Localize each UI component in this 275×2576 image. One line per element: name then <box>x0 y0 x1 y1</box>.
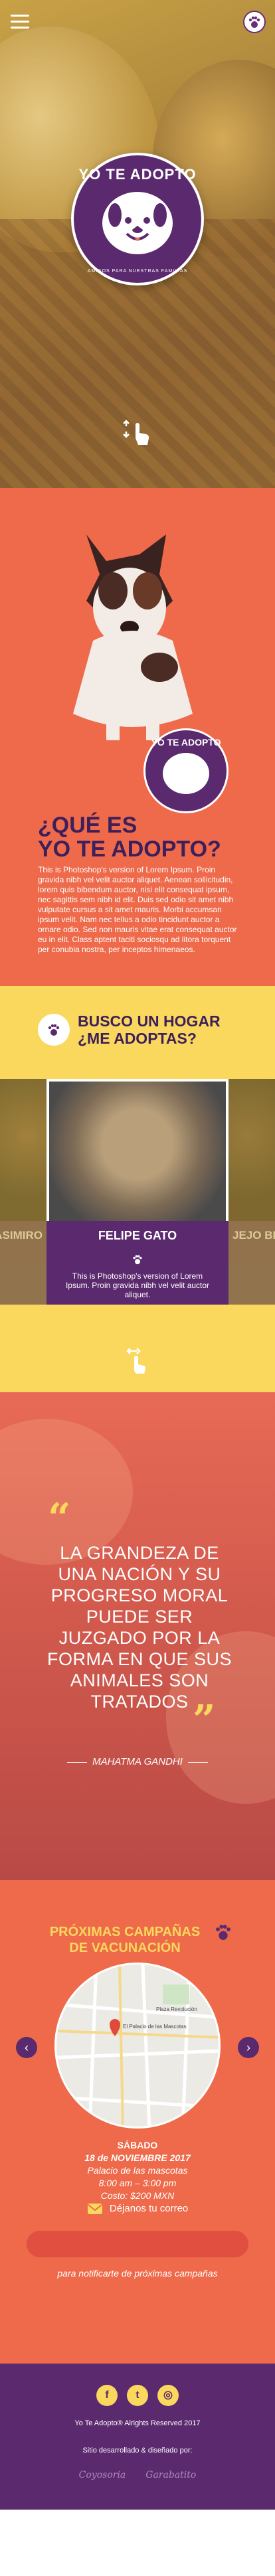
campana-cost: Costo: $200 MXN <box>100 2190 175 2201</box>
pet-name-left: CASIMIRO <box>0 1229 43 1242</box>
campanas-title: PRÓXIMAS CAMPAÑAS DE VACUNACIÓN <box>49 1925 201 1955</box>
hero-section: YO TE ADOPTO AMIGOS PARA NUESTRAS FAMILI… <box>0 0 275 488</box>
pet-carousel[interactable]: CASIMIRO FELIPE GATO This is Photoshop's… <box>0 1079 275 1305</box>
campana-info: SÁBADO 18 de NOVIEMBRE 2017 Palacio de l… <box>0 2139 275 2202</box>
copyright-text: Yo Te Adopto® Alrights Reserved 2017 <box>74 2419 201 2427</box>
footer: f t ◎ Yo Te Adopto® Alrights Reserved 20… <box>0 2364 275 2510</box>
social-links: f t ◎ <box>0 2385 275 2406</box>
quote-author: MAHATMA GANDHI <box>0 1756 275 1767</box>
cat-photo <box>46 1079 229 1221</box>
hamburger-menu-icon[interactable] <box>11 15 29 29</box>
logo-subtitle: AMIGOS PARA NUESTRAS FAMILIAS <box>87 269 188 274</box>
pet-card-left[interactable]: CASIMIRO <box>0 1079 46 1305</box>
campanas-section: PRÓXIMAS CAMPAÑAS DE VACUNACIÓN ‹ El Pal… <box>0 1880 275 2364</box>
campana-day: SÁBADO <box>117 2140 158 2150</box>
mail-icon <box>87 2204 102 2215</box>
paw-icon <box>216 1925 230 1940</box>
brand-logo-small: YO TE ADOPTO <box>143 728 229 813</box>
partner-logo-2[interactable]: Garabatito <box>145 2470 196 2480</box>
facebook-icon[interactable]: f <box>96 2385 118 2406</box>
pet-card-right[interactable]: JEJO BEN <box>229 1079 275 1305</box>
busco-header: BUSCO UN HOGAR ¿ME ADOPTAS? <box>38 1012 221 1047</box>
partner-logos: Coyosoria Garabatito <box>0 2470 275 2480</box>
pet-name: FELIPE GATO <box>98 1229 177 1242</box>
map-label-place: El Palacio de las Mascotas <box>123 2024 187 2030</box>
paw-icon <box>38 1014 70 1046</box>
mail-label-row: Déjanos tu correo <box>0 2203 275 2215</box>
next-arrow-button[interactable]: › <box>238 2037 259 2058</box>
location-map[interactable]: El Palacio de las Mascotas Plaza Revoluc… <box>54 1963 221 2129</box>
pet-description: This is Photoshop's version of Lorem Ips… <box>65 1271 210 1299</box>
pet-name-right: JEJO BEN <box>232 1229 275 1242</box>
que-es-body: This is Photoshop's version of Lorem Ips… <box>38 865 237 954</box>
campana-date: 18 de NOVIEMBRE 2017 <box>84 2152 191 2163</box>
email-input[interactable] <box>27 2231 248 2257</box>
twitter-icon[interactable]: t <box>127 2385 148 2406</box>
quote-section: “ LA GRANDEZA DE UNA NACIÓN Y SU PROGRES… <box>0 1392 275 1880</box>
scroll-hand-icon[interactable] <box>120 412 155 447</box>
instagram-icon[interactable]: ◎ <box>157 2385 179 2406</box>
dog-photo <box>73 534 193 740</box>
campana-note: para notificarte de próximas campañas <box>57 2268 218 2279</box>
busco-title: BUSCO UN HOGAR ¿ME ADOPTAS? <box>78 1012 221 1047</box>
paw-icon[interactable] <box>243 11 266 33</box>
quote-text: LA GRANDEZA DE UNA NACIÓN Y SU PROGRESO … <box>46 1543 232 1712</box>
swipe-hand-icon[interactable] <box>122 1344 153 1375</box>
pet-card-center[interactable]: FELIPE GATO This is Photoshop's version … <box>46 1079 229 1305</box>
logo-title-small: YO TE ADOPTO <box>151 737 221 748</box>
developed-by-text: Sitio desarrollado & diseñado por: <box>82 2447 193 2455</box>
close-quote-icon: ” <box>193 1697 216 1743</box>
partner-logo-1[interactable]: Coyosoria <box>79 2470 126 2480</box>
brand-logo: YO TE ADOPTO AMIGOS PARA NUESTRAS FAMILI… <box>71 153 204 285</box>
prev-arrow-button[interactable]: ‹ <box>16 2037 37 2058</box>
campana-time: 8:00 am – 3:00 pm <box>98 2178 177 2188</box>
campana-place: Palacio de las mascotas <box>87 2165 188 2176</box>
open-quote-icon: “ <box>48 1495 71 1542</box>
logo-title: YO TE ADOPTO <box>78 166 197 183</box>
map-label-plaza: Plaza Revolución <box>156 2006 197 2012</box>
paw-icon <box>133 1255 142 1265</box>
mail-label: Déjanos tu correo <box>109 2203 189 2214</box>
que-es-title: ¿QUÉ ES YO TE ADOPTO? <box>38 813 221 862</box>
que-es-section: YO TE ADOPTO ¿QUÉ ES YO TE ADOPTO? This … <box>0 488 275 986</box>
busco-hogar-section: BUSCO UN HOGAR ¿ME ADOPTAS? CASIMIRO FEL… <box>0 986 275 1392</box>
dog-face-icon <box>108 203 167 241</box>
